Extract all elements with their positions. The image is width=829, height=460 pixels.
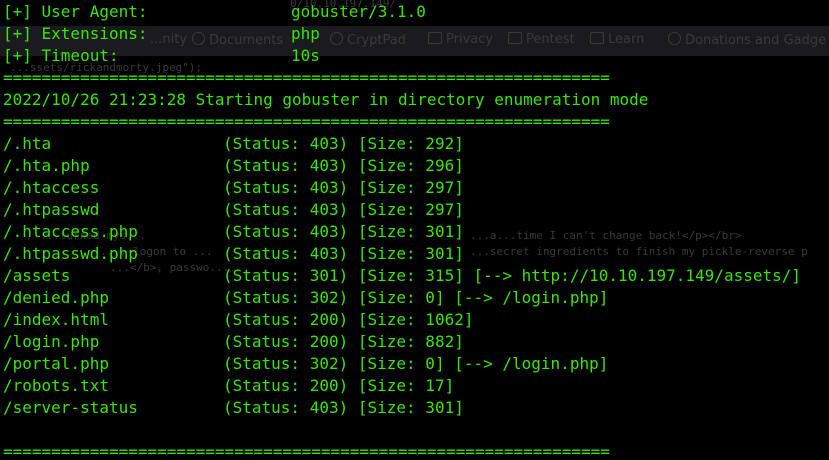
result-path: /login.php — [3, 332, 100, 351]
result-path: /.hta — [3, 134, 52, 153]
result-status: (Status: 200) [Size: 17] — [223, 376, 455, 395]
result-status: (Status: 200) [Size: 1062] — [223, 310, 474, 329]
config-label: [+] Timeout: — [3, 46, 119, 65]
result-status: (Status: 301) [Size: 315] [--> http://10… — [223, 266, 801, 285]
redirect-link[interactable]: [--> /login.php] — [454, 354, 608, 373]
result-row: /.hta (Status: 403) [Size: 292] — [3, 133, 648, 155]
result-row: /assets (Status: 301) [Size: 315] [--> h… — [3, 265, 801, 287]
result-path: /.htaccess.php — [3, 222, 138, 241]
result-row: /.htaccess (Status: 403) [Size: 297] — [3, 177, 648, 199]
config-value: 10s — [291, 46, 320, 65]
result-path: /.hta.php — [3, 156, 90, 175]
config-label: [+] Extensions: — [3, 24, 148, 43]
result-path: /.htpasswd.php — [3, 244, 138, 263]
result-row: /server-status (Status: 403) [Size: 301] — [3, 397, 648, 419]
result-status: (Status: 403) [Size: 292] — [223, 134, 464, 153]
start-message: 2022/10/26 21:23:28 Starting gobuster in… — [3, 90, 649, 109]
result-path: /portal.php — [3, 354, 109, 373]
result-status: (Status: 403) [Size: 296] — [223, 156, 464, 175]
result-path: /server-status — [3, 398, 138, 417]
config-row-extensions: [+] Extensions: php — [3, 23, 648, 45]
result-row: /portal.php (Status: 302) [Size: 0] [-->… — [3, 353, 648, 375]
result-row: /.hta.php (Status: 403) [Size: 296] — [3, 155, 648, 177]
result-status: (Status: 403) [Size: 297] — [223, 178, 464, 197]
ghost-bookmark-7: Donations and Gadge — [668, 32, 826, 49]
globe-icon — [668, 32, 681, 45]
terminal-window[interactable]: 0/10.10.197.149/ ...nity Documents Crypt… — [0, 0, 829, 460]
result-path: /assets — [3, 266, 71, 285]
result-status: (Status: 200) [Size: 882] — [223, 332, 464, 351]
result-row: /denied.php (Status: 302) [Size: 0] [-->… — [3, 287, 648, 309]
result-status: (Status: 302) [Size: 0] [--> /login.php] — [223, 288, 609, 307]
config-row-user-agent: [+] User Agent: gobuster/3.1.0 — [3, 1, 648, 23]
separator-line: ========================================… — [3, 112, 610, 131]
config-row-timeout: [+] Timeout: 10s — [3, 45, 648, 67]
result-status: (Status: 403) [Size: 301] — [223, 222, 464, 241]
result-row: /.htaccess.php (Status: 403) [Size: 301] — [3, 221, 648, 243]
result-row: /.htpasswd.php (Status: 403) [Size: 301] — [3, 243, 648, 265]
result-row: /robots.txt (Status: 200) [Size: 17] — [3, 375, 648, 397]
result-status: (Status: 403) [Size: 297] — [223, 200, 464, 219]
config-label: [+] User Agent: — [3, 2, 148, 21]
separator-line: ========================================… — [3, 68, 610, 87]
result-row: /.htpasswd (Status: 403) [Size: 297] — [3, 199, 648, 221]
result-status: (Status: 302) [Size: 0] [--> /login.php] — [223, 354, 609, 373]
config-value: php — [291, 24, 320, 43]
result-path: /denied.php — [3, 288, 109, 307]
result-path: /index.html — [3, 310, 109, 329]
result-row: /index.html (Status: 200) [Size: 1062] — [3, 309, 648, 331]
result-status: (Status: 403) [Size: 301] — [223, 398, 464, 417]
terminal-output: [+] User Agent: gobuster/3.1.0 [+] Exten… — [3, 1, 801, 460]
result-status: (Status: 403) [Size: 301] — [223, 244, 464, 263]
result-row: /login.php (Status: 200) [Size: 882] — [3, 331, 648, 353]
result-path: /.htpasswd — [3, 200, 100, 219]
result-path: /robots.txt — [3, 376, 109, 395]
result-path: /.htaccess — [3, 178, 100, 197]
config-value: gobuster/3.1.0 — [291, 2, 426, 21]
footer-separator: ========================================… — [3, 442, 610, 460]
redirect-link[interactable]: [--> /login.php] — [454, 288, 608, 307]
redirect-link[interactable]: [--> http://10.10.197.149/assets/] — [473, 266, 801, 285]
